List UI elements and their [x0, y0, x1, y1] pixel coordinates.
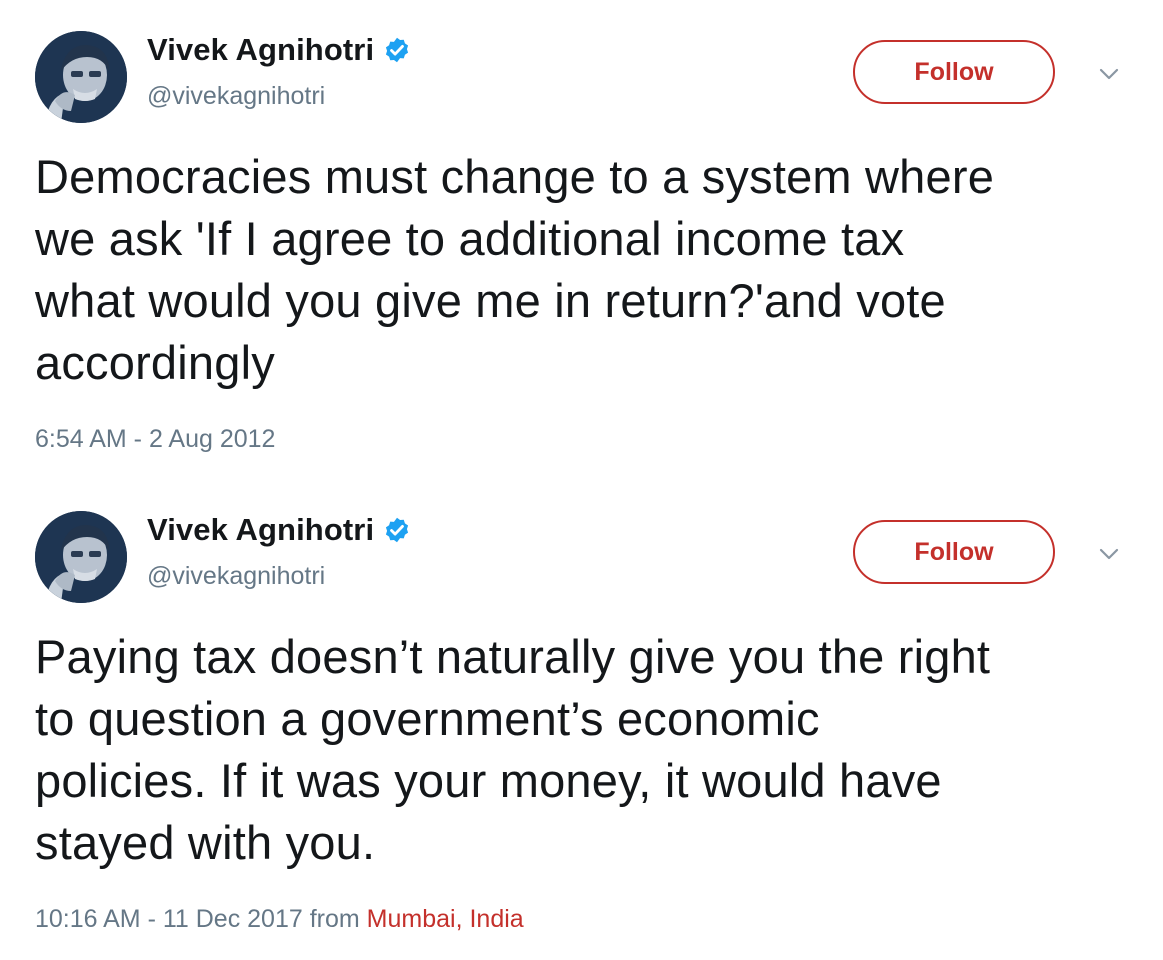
timestamp[interactable]: 10:16 AM - 11 Dec 2017	[35, 905, 303, 933]
chevron-down-icon[interactable]	[1097, 62, 1121, 86]
follow-button[interactable]: Follow	[853, 40, 1055, 104]
tweet-card: Vivek Agnihotri @vivekagnihotri Follow P…	[0, 480, 1163, 960]
avatar[interactable]	[35, 31, 127, 123]
chevron-down-icon[interactable]	[1097, 542, 1121, 566]
tweet-card: Vivek Agnihotri @vivekagnihotri Follow D…	[0, 0, 1163, 480]
author-row: Vivek Agnihotri	[147, 32, 411, 68]
from-label: from	[302, 905, 367, 933]
author-handle[interactable]: @vivekagnihotri	[147, 562, 325, 591]
follow-button[interactable]: Follow	[853, 520, 1055, 584]
author-name[interactable]: Vivek Agnihotri	[147, 512, 374, 548]
author-name[interactable]: Vivek Agnihotri	[147, 32, 374, 68]
location-link[interactable]: Mumbai, India	[367, 905, 524, 933]
tweet-text: Democracies must change to a system wher…	[35, 150, 995, 389]
author-row: Vivek Agnihotri	[147, 512, 411, 548]
avatar-portrait-icon	[35, 511, 127, 603]
verified-badge-icon	[383, 36, 411, 64]
tweet-meta: 10:16 AM - 11 Dec 2017 from Mumbai, Indi…	[35, 905, 524, 934]
tweet-meta: 6:54 AM - 2 Aug 2012	[35, 425, 275, 454]
tweet-text: Paying tax doesn’t naturally give you th…	[35, 630, 991, 869]
timestamp[interactable]: 6:54 AM - 2 Aug 2012	[35, 425, 275, 453]
avatar-portrait-icon	[35, 31, 127, 123]
author-handle[interactable]: @vivekagnihotri	[147, 82, 325, 111]
avatar[interactable]	[35, 511, 127, 603]
verified-badge-icon	[383, 516, 411, 544]
